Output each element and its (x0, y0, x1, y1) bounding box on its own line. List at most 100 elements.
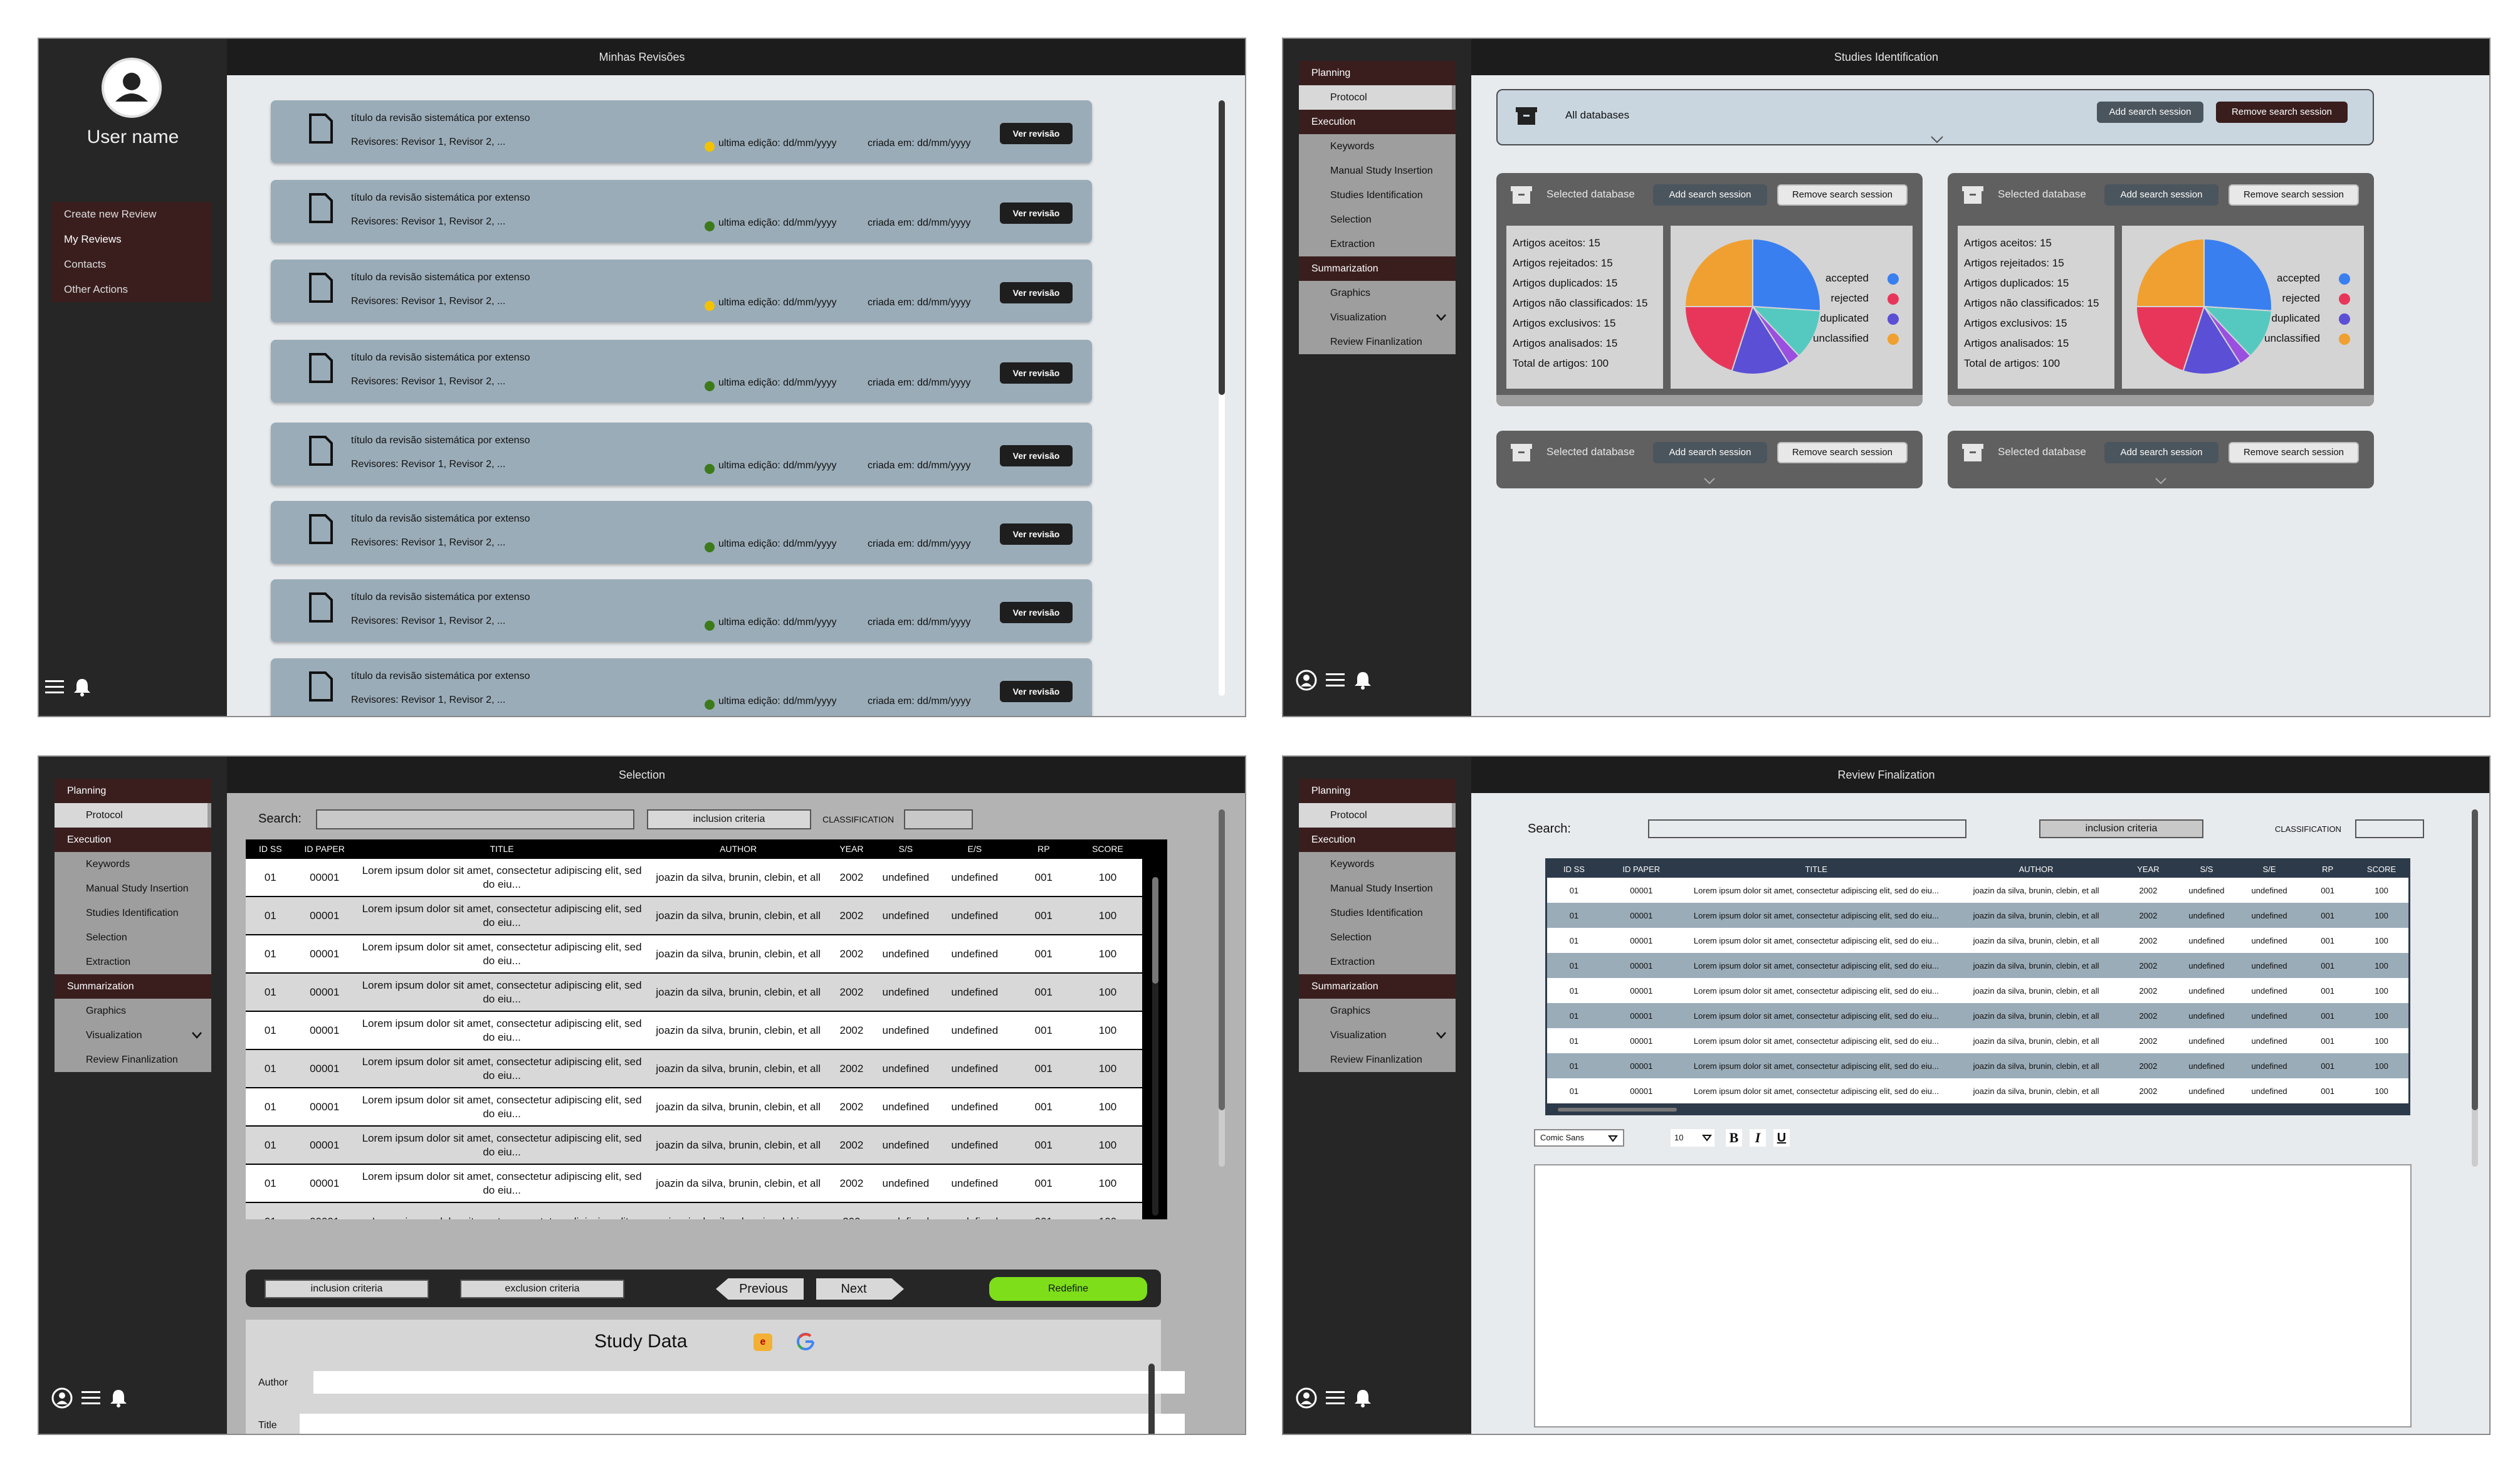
chevron-down-icon[interactable] (1436, 305, 1447, 330)
nav-item-graphics[interactable]: Graphics (1299, 999, 1456, 1023)
nav-item-selection[interactable]: Selection (1299, 208, 1456, 232)
add-search-session-button[interactable]: Add search session (1653, 442, 1767, 463)
nav-item-visualization[interactable]: Visualization (1299, 1023, 1456, 1048)
nav-item-manual[interactable]: Manual Study Insertion (1299, 159, 1456, 183)
page-scrollbar[interactable] (1219, 809, 1225, 1167)
bell-icon[interactable] (73, 677, 92, 697)
table-row[interactable]: 0100001Lorem ipsum dolor sit amet, conse… (246, 1202, 1142, 1219)
view-review-button[interactable]: Ver revisão (1000, 202, 1073, 224)
nav-item-finalization[interactable]: Review Finanlization (55, 1048, 211, 1072)
menu-item-create-review[interactable]: Create new Review (51, 202, 212, 227)
underline-button[interactable]: U (1773, 1129, 1790, 1147)
column-header[interactable]: S/S (2175, 860, 2239, 878)
font-size-select[interactable]: 10 (1671, 1129, 1714, 1147)
nav-item-execution[interactable]: Execution (1299, 110, 1456, 134)
nav-item-protocol[interactable]: Protocol (1299, 803, 1452, 828)
hamburger-menu-icon[interactable] (1326, 671, 1345, 689)
view-review-button[interactable]: Ver revisão (1000, 362, 1073, 384)
add-search-session-button[interactable]: Add search session (1653, 184, 1767, 206)
page-scrollbar[interactable] (2472, 809, 2478, 1167)
nav-item-graphics[interactable]: Graphics (55, 999, 211, 1023)
scrollbar-thumb[interactable] (2472, 809, 2478, 1110)
table-row[interactable]: 0100001Lorem ipsum dolor sit amet, conse… (246, 1164, 1142, 1202)
table-row[interactable]: 0100001Lorem ipsum dolor sit amet, conse… (1547, 878, 2408, 903)
table-row[interactable]: 0100001Lorem ipsum dolor sit amet, conse… (246, 1049, 1142, 1088)
table-row[interactable]: 0100001Lorem ipsum dolor sit amet, conse… (1547, 1028, 2408, 1053)
nav-item-summarization[interactable]: Summarization (1299, 974, 1456, 999)
chevron-down-icon[interactable] (191, 1023, 202, 1048)
nav-item-extraction[interactable]: Extraction (1299, 950, 1456, 974)
table-row[interactable]: 0100001Lorem ipsum dolor sit amet, conse… (1547, 1053, 2408, 1078)
classification-input[interactable] (904, 809, 973, 829)
user-icon[interactable] (1296, 670, 1317, 691)
nav-item-summarization[interactable]: Summarization (55, 974, 211, 999)
nav-item-finalization[interactable]: Review Finanlization (1299, 330, 1456, 354)
view-review-button[interactable]: Ver revisão (1000, 602, 1073, 623)
column-header[interactable]: ID SS (1547, 860, 1601, 878)
column-header[interactable]: SCORE (1073, 839, 1142, 858)
table-row[interactable]: 0100001Lorem ipsum dolor sit amet, conse… (1547, 1078, 2408, 1103)
hamburger-menu-icon[interactable] (1326, 1389, 1345, 1407)
table-row[interactable]: 0100001Lorem ipsum dolor sit amet, conse… (246, 972, 1142, 1011)
view-review-button[interactable]: Ver revisão (1000, 445, 1073, 466)
study-scrollbar[interactable] (1148, 1364, 1155, 1434)
hamburger-menu-icon[interactable] (81, 1389, 100, 1407)
column-header[interactable]: S/E (2238, 860, 2301, 878)
avatar-user-icon[interactable] (102, 58, 162, 118)
chevron-down-icon[interactable] (1436, 1023, 1447, 1048)
table-scrollbar[interactable] (1152, 877, 1158, 1216)
table-row[interactable]: 0100001Lorem ipsum dolor sit amet, conse… (246, 896, 1142, 935)
table-row[interactable]: 0100001Lorem ipsum dolor sit amet, conse… (246, 1087, 1142, 1126)
nav-item-studies[interactable]: Studies Identification (1299, 901, 1456, 925)
nav-item-summarization[interactable]: Summarization (1299, 256, 1456, 281)
next-button[interactable]: Next (816, 1278, 904, 1300)
table-row[interactable]: 0100001Lorem ipsum dolor sit amet, conse… (1547, 978, 2408, 1003)
inclusion-criteria-button[interactable]: inclusion criteria (265, 1280, 429, 1298)
menu-item-other-actions[interactable]: Other Actions (51, 277, 212, 302)
add-search-session-button[interactable]: Add search session (2104, 442, 2218, 463)
add-search-session-button[interactable]: Add search session (2097, 102, 2203, 123)
column-header[interactable]: ID PAPER (1600, 860, 1682, 878)
chevron-down-icon[interactable] (1930, 135, 1944, 144)
column-header[interactable]: E/S (935, 839, 1014, 858)
nav-item-planning[interactable]: Planning (1299, 61, 1456, 85)
nav-item-keywords[interactable]: Keywords (1299, 852, 1456, 876)
nav-item-manual[interactable]: Manual Study Insertion (55, 876, 211, 901)
hamburger-menu-icon[interactable] (45, 678, 64, 696)
bold-button[interactable]: B (1726, 1129, 1742, 1147)
previous-button[interactable]: Previous (716, 1278, 804, 1300)
nav-item-protocol[interactable]: Protocol (1299, 85, 1452, 110)
title-input[interactable] (300, 1414, 1185, 1434)
user-icon[interactable] (1296, 1387, 1317, 1409)
scrollbar-thumb[interactable] (1152, 877, 1158, 984)
nav-item-selection[interactable]: Selection (55, 925, 211, 950)
classification-input[interactable] (2355, 819, 2424, 838)
table-row[interactable]: 0100001Lorem ipsum dolor sit amet, conse… (246, 1011, 1142, 1049)
nav-item-visualization[interactable]: Visualization (1299, 305, 1456, 330)
view-review-button[interactable]: Ver revisão (1000, 523, 1073, 545)
remove-search-session-button[interactable]: Remove search session (2229, 442, 2359, 463)
search-input[interactable] (316, 809, 634, 829)
scrollbar-thumb[interactable] (1219, 100, 1225, 395)
view-review-button[interactable]: Ver revisão (1000, 123, 1073, 144)
table-row[interactable]: 0100001Lorem ipsum dolor sit amet, conse… (1547, 1003, 2408, 1028)
nav-item-execution[interactable]: Execution (55, 828, 211, 852)
table-row[interactable]: 0100001Lorem ipsum dolor sit amet, conse… (246, 1125, 1142, 1164)
nav-item-keywords[interactable]: Keywords (1299, 134, 1456, 159)
user-icon[interactable] (51, 1387, 73, 1409)
nav-item-extraction[interactable]: Extraction (55, 950, 211, 974)
table-hscrollbar[interactable] (1558, 1108, 1677, 1112)
table-row[interactable]: 0100001Lorem ipsum dolor sit amet, conse… (1547, 903, 2408, 928)
table-row[interactable]: 0100001Lorem ipsum dolor sit amet, conse… (1547, 953, 2408, 978)
nav-item-planning[interactable]: Planning (55, 779, 211, 803)
nav-item-selection[interactable]: Selection (1299, 925, 1456, 950)
column-header[interactable]: YEAR (827, 839, 876, 858)
view-review-button[interactable]: Ver revisão (1000, 681, 1073, 702)
chevron-down-icon[interactable] (2155, 477, 2167, 485)
menu-item-my-reviews[interactable]: My Reviews (51, 227, 212, 252)
scrollbar-thumb[interactable] (1148, 1364, 1155, 1434)
nav-item-graphics[interactable]: Graphics (1299, 281, 1456, 305)
nav-item-studies[interactable]: Studies Identification (1299, 183, 1456, 208)
nav-item-keywords[interactable]: Keywords (55, 852, 211, 876)
remove-search-session-button[interactable]: Remove search session (2229, 184, 2359, 206)
